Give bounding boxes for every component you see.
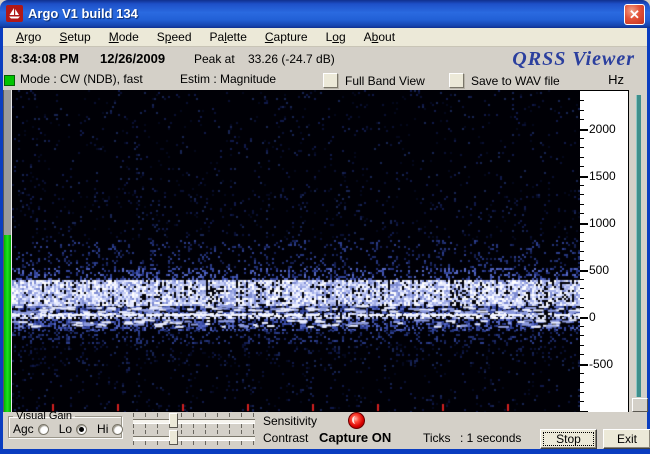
- ruler-tick: [580, 119, 584, 121]
- capture-status: Capture ON: [319, 430, 392, 445]
- ruler-tick: [580, 100, 584, 102]
- freq-label-500: 500: [589, 262, 610, 277]
- visual-gain-option-label-hi: Hi: [97, 422, 109, 436]
- control-bar: Visual Gain Agc Lo Hi Sensitivity Contrast…: [3, 410, 650, 449]
- frequency-ruler: 2000 1500 1000 500 0 -500: [580, 90, 629, 414]
- freq-label-1500: 1500: [589, 168, 616, 183]
- spectrogram-display: [12, 90, 580, 412]
- full-band-view-checkbox[interactable]: [323, 73, 338, 88]
- ruler-tick: [580, 382, 584, 384]
- ruler-tick: [580, 128, 588, 131]
- sensitivity-label: Sensitivity: [263, 414, 318, 428]
- ruler-tick: [580, 250, 584, 252]
- full-band-view-label: Full Band View: [345, 74, 425, 88]
- ruler-tick: [580, 213, 584, 215]
- visual-gain-option-label-agc: Agc: [13, 422, 34, 436]
- frequency-offset-slider-thumb[interactable]: [632, 398, 648, 412]
- slider-ticks: [133, 430, 255, 434]
- visual-gain-radio-hi[interactable]: [112, 423, 124, 435]
- ruler-tick: [580, 372, 584, 374]
- ruler-tick: [580, 260, 584, 262]
- contrast-slider[interactable]: [133, 430, 255, 445]
- menu-argo[interactable]: Argo: [7, 30, 50, 44]
- ruler-tick: [580, 297, 584, 299]
- status-bar: 8:34:08 PM 12/26/2009 Peak at 33.26 (-24…: [3, 48, 647, 70]
- signal-level-meter: [3, 90, 12, 412]
- window-title: Argo V1 build 134: [28, 6, 138, 21]
- freq-label-0: 0: [589, 309, 596, 324]
- visual-gain-label: Visual Gain: [16, 410, 73, 422]
- ruler-tick: [580, 222, 588, 225]
- visual-gain-group: Visual Gain Agc Lo Hi: [8, 410, 124, 438]
- visual-gain-option-label-lo: Lo: [58, 422, 73, 436]
- ruler-tick: [580, 325, 584, 327]
- ruler-tick: [580, 278, 584, 280]
- input-level-indicator: [4, 75, 15, 86]
- ruler-tick: [580, 147, 584, 149]
- contrast-label: Contrast: [263, 431, 309, 445]
- save-to-wav-checkbox[interactable]: [449, 73, 464, 88]
- clock-date: 12/26/2009: [100, 51, 166, 66]
- ruler-tick: [580, 241, 584, 243]
- clock-time: 8:34:08 PM: [11, 51, 79, 66]
- ruler-tick: [580, 194, 584, 196]
- ruler-tick: [580, 231, 584, 233]
- mode-readout: Mode : CW (NDB), fast: [20, 72, 143, 86]
- ruler-tick: [580, 288, 584, 290]
- estim-readout: Estim : Magnitude: [180, 72, 277, 86]
- peak-value: 33.26 (-24.7 dB): [248, 52, 335, 66]
- menu-palette[interactable]: Palette: [201, 30, 256, 44]
- frequency-unit-label: Hz: [608, 72, 624, 87]
- ruler-tick: [580, 344, 584, 346]
- capture-led-icon: [348, 412, 365, 429]
- freq-label--500: -500: [589, 356, 614, 371]
- slider-ticks: [133, 441, 255, 445]
- menu-speed[interactable]: Speed: [148, 30, 201, 44]
- ruler-tick: [580, 335, 584, 337]
- argo-window: Argo V1 build 134 ✕ Argo Setup Mode Speed Pa…: [0, 0, 650, 454]
- stop-button[interactable]: Stop: [540, 429, 597, 449]
- sensitivity-slider[interactable]: [133, 413, 255, 428]
- ticks-value: : 1 seconds: [460, 431, 522, 445]
- visual-gain-radio-agc[interactable]: [37, 423, 49, 435]
- menu-bar: Argo Setup Mode Speed Palette Capture Log About: [3, 28, 647, 47]
- ruler-tick: [580, 109, 584, 111]
- freq-label-1000: 1000: [589, 215, 616, 230]
- close-button[interactable]: ✕: [624, 4, 645, 25]
- freq-label-2000: 2000: [589, 121, 616, 136]
- save-to-wav-label: Save to WAV file: [471, 74, 560, 88]
- menu-log[interactable]: Log: [317, 30, 355, 44]
- signal-level-meter-fill: [4, 235, 11, 412]
- menu-mode[interactable]: Mode: [100, 30, 148, 44]
- ticks-label: Ticks: [423, 431, 451, 445]
- ruler-tick: [580, 363, 588, 366]
- menu-setup[interactable]: Setup: [50, 30, 99, 44]
- ruler-tick: [580, 137, 584, 139]
- menu-capture[interactable]: Capture: [256, 30, 317, 44]
- sailboat-icon: [6, 5, 23, 22]
- ruler-tick: [580, 307, 584, 309]
- ruler-tick: [580, 203, 584, 205]
- mode-bar: Mode : CW (NDB), fast Estim : Magnitude …: [3, 68, 647, 90]
- visual-gain-options: Agc Lo Hi: [13, 422, 129, 436]
- ruler-tick: [580, 184, 584, 186]
- ruler-tick: [580, 316, 588, 319]
- slider-ticks: [133, 413, 255, 417]
- window-border-bottom: [0, 449, 650, 454]
- visual-gain-radio-lo[interactable]: [76, 423, 88, 435]
- peak-label: Peak at: [194, 52, 235, 66]
- ruler-tick: [580, 166, 584, 168]
- slider-ticks: [133, 424, 255, 428]
- exit-button[interactable]: Exit: [603, 429, 650, 449]
- frequency-offset-slider-track[interactable]: [636, 95, 641, 397]
- ruler-tick: [580, 175, 588, 178]
- menu-about[interactable]: About: [355, 30, 404, 44]
- ruler-tick: [580, 156, 584, 158]
- ruler-tick: [580, 391, 584, 393]
- title-bar: Argo V1 build 134 ✕: [0, 0, 650, 28]
- ruler-tick: [580, 269, 588, 272]
- ruler-tick: [580, 354, 584, 356]
- ruler-tick: [580, 401, 584, 403]
